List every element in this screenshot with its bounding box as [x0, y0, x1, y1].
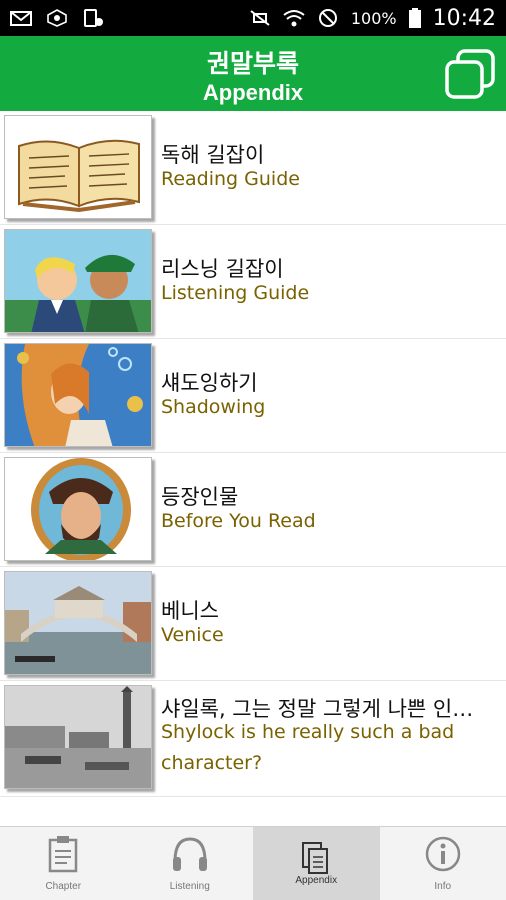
thumbnail-portrait	[4, 457, 152, 561]
list-item-before-you-read[interactable]: 등장인물 Before You Read	[0, 453, 506, 567]
page-title: 권말부록	[206, 49, 299, 78]
thumbnail-venice-harbor	[4, 685, 152, 789]
tab-appendix[interactable]: Appendix	[253, 827, 380, 900]
thumbnail-open-book	[4, 115, 152, 219]
mail-icon	[10, 11, 32, 26]
list-item-reading-guide[interactable]: 독해 길잡이 Reading Guide	[0, 111, 506, 225]
copy-icon	[445, 49, 495, 99]
tab-label: Chapter	[45, 881, 82, 892]
tab-label: Appendix	[295, 875, 338, 886]
item-subtitle: Venice	[161, 624, 224, 646]
item-title: 리스닝 길잡이	[161, 257, 284, 281]
app-header: 권말부록 Appendix	[0, 36, 506, 111]
item-title: 베니스	[161, 599, 219, 623]
item-subtitle: Listening Guide	[161, 282, 310, 304]
status-bar: 100% 10:42	[0, 0, 506, 36]
item-subtitle: Shadowing	[161, 396, 266, 418]
item-title: 등장인물	[161, 485, 239, 509]
item-title: 섀도잉하기	[161, 371, 258, 395]
device-icon	[84, 9, 103, 27]
item-subtitle: Shylock is he really such a bad characte…	[161, 721, 455, 774]
item-subtitle: Reading Guide	[161, 168, 300, 190]
do-not-disturb-icon	[318, 9, 337, 27]
network-icon	[47, 9, 67, 27]
item-title: 독해 길잡이	[161, 143, 265, 167]
page-subtitle: Appendix	[202, 80, 304, 105]
wifi-icon	[283, 10, 305, 27]
tab-info[interactable]: Info	[380, 827, 506, 900]
tab-chapter[interactable]: Chapter	[0, 827, 127, 900]
headphones-icon	[172, 837, 207, 871]
thumbnail-two-men	[4, 229, 152, 333]
item-subtitle: Before You Read	[161, 510, 316, 532]
list-item-listening-guide[interactable]: 리스닝 길잡이 Listening Guide	[0, 225, 506, 339]
list-item-venice[interactable]: 베니스 Venice	[0, 567, 506, 681]
tab-listening[interactable]: Listening	[127, 827, 254, 900]
copy-button[interactable]	[444, 48, 496, 100]
appendix-icon	[302, 842, 329, 874]
list-item-shylock[interactable]: 샤일록, 그는 정말 그렇게 나쁜 인… Shylock is he reall…	[0, 681, 506, 797]
appendix-list: 독해 길잡이 Reading Guide 리스닝 길잡이 Listening G…	[0, 111, 506, 797]
mute-icon	[250, 10, 270, 26]
tab-label: Info	[434, 881, 452, 892]
battery-icon	[408, 8, 421, 28]
tab-label: Listening	[169, 881, 210, 892]
clipboard-icon	[49, 836, 78, 873]
battery-percent: 100%	[350, 8, 397, 28]
thumbnail-rialto-bridge	[4, 571, 152, 675]
list-item-shadowing[interactable]: 섀도잉하기 Shadowing	[0, 339, 506, 453]
bottom-tab-bar: Chapter Listening Appendix Info	[0, 826, 506, 900]
info-icon	[425, 836, 460, 872]
clock: 10:42	[432, 5, 496, 31]
thumbnail-mermaid	[4, 343, 152, 447]
